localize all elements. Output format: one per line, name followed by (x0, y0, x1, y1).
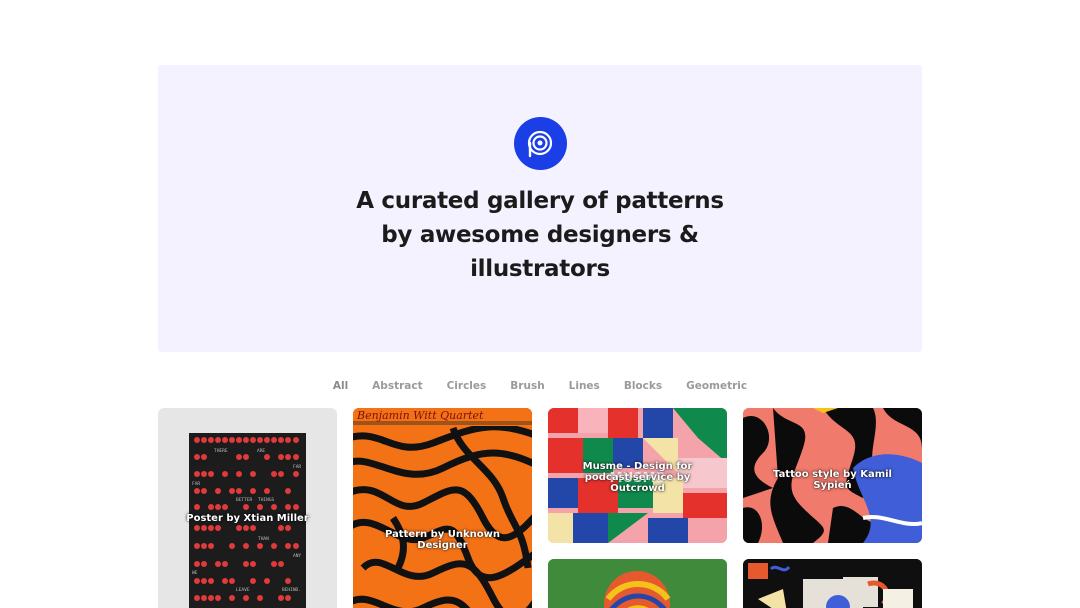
pattern-card[interactable]: Benjamin Witt Quartet Pattern by Unknown… (353, 408, 532, 608)
svg-text:LEAVE: LEAVE (236, 587, 250, 593)
card-title: Poster by Xtian Miller (186, 513, 309, 524)
green-illustration-image (548, 559, 727, 608)
pattern-card[interactable]: THERE ARE FAR FAR BETTER THINGS THAN ANY… (158, 408, 337, 608)
svg-text:FAR: FAR (192, 481, 200, 487)
page-title: A curated gallery of patterns by awesome… (356, 188, 724, 282)
svg-text:BEHIND.: BEHIND. (282, 587, 301, 593)
pattern-card[interactable] (743, 559, 922, 608)
svg-text:THINGS: THINGS (258, 497, 275, 503)
filter-tab-brush[interactable]: Brush (498, 378, 556, 394)
pattern-card[interactable]: Tattoo style by Kamil Sypień (743, 408, 922, 543)
svg-text:ARE: ARE (257, 448, 265, 454)
card-title: Pattern by Unknown Designer (384, 529, 501, 551)
abstract-shapes-image (743, 559, 922, 608)
card-title: Musme - Design for podcast service by Ou… (582, 461, 693, 494)
hero-banner: A curated gallery of patterns by awesome… (158, 65, 922, 352)
card-title: Tattoo style by Kamil Sypień (773, 469, 892, 491)
filter-tab-abstract[interactable]: Abstract (360, 378, 434, 394)
svg-text:BETTER: BETTER (236, 497, 253, 503)
filter-tab-circles[interactable]: Circles (435, 378, 499, 394)
filter-tab-blocks[interactable]: Blocks (612, 378, 674, 394)
filter-tab-all[interactable]: All (321, 378, 360, 394)
svg-text:ANY: ANY (293, 553, 301, 559)
category-filter-bar: All Abstract Circles Brush Lines Blocks … (0, 378, 1080, 394)
svg-text:WE: WE (192, 570, 198, 576)
svg-text:FAR: FAR (293, 464, 301, 470)
filter-tab-lines[interactable]: Lines (557, 378, 612, 394)
filter-tab-geometric[interactable]: Geometric (674, 378, 759, 394)
poster-heading: Benjamin Witt Quartet (356, 409, 484, 422)
pattern-card[interactable] (548, 559, 727, 608)
svg-text:THAN: THAN (258, 536, 269, 542)
svg-text:THERE: THERE (214, 448, 228, 454)
spiral-p-logo-icon (527, 130, 553, 157)
zebra-pattern-image: Benjamin Witt Quartet (353, 408, 532, 608)
site-logo[interactable] (513, 117, 567, 170)
pattern-card[interactable]: MUSME Musme - Design for podcast service… (548, 408, 727, 543)
